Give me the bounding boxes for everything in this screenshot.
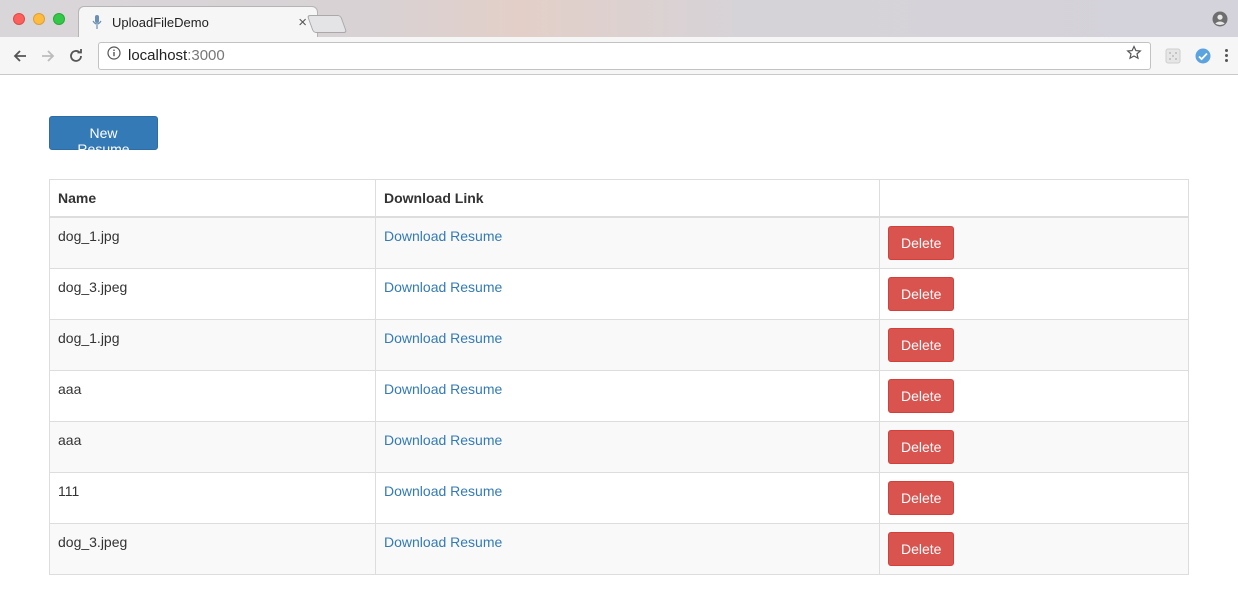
url-text[interactable]: localhost:3000: [128, 47, 1126, 64]
table-row: dog_1.jpg Download Resume Delete: [49, 319, 1189, 371]
extension-icon[interactable]: [1165, 48, 1181, 64]
delete-button[interactable]: Delete: [888, 481, 954, 515]
download-resume-link[interactable]: Download Resume: [384, 279, 502, 295]
table-row: aaa Download Resume Delete: [49, 421, 1189, 473]
delete-button[interactable]: Delete: [888, 430, 954, 464]
url-host: localhost: [128, 47, 188, 64]
tab-close-icon[interactable]: ×: [298, 15, 307, 30]
table-row: dog_1.jpg Download Resume Delete: [49, 216, 1189, 269]
file-name: dog_1.jpg: [49, 216, 376, 269]
download-resume-link[interactable]: Download Resume: [384, 330, 502, 346]
table-row: 111 Download Resume Delete: [49, 472, 1189, 524]
header-actions: [879, 179, 1189, 218]
download-resume-link[interactable]: Download Resume: [384, 228, 502, 244]
download-resume-link[interactable]: Download Resume: [384, 381, 502, 397]
delete-button[interactable]: Delete: [888, 379, 954, 413]
new-resume-button[interactable]: New Resume: [49, 116, 158, 157]
profile-icon[interactable]: [1212, 11, 1228, 27]
table-row: dog_3.jpeg Download Resume Delete: [49, 268, 1189, 320]
kebab-menu-icon[interactable]: [1225, 49, 1229, 62]
action-cell: Delete: [879, 523, 1189, 575]
url-port: :3000: [187, 47, 225, 64]
maximize-window-button[interactable]: [53, 13, 65, 25]
download-cell: Download Resume: [375, 472, 880, 524]
download-cell: Download Resume: [375, 319, 880, 371]
file-name: aaa: [49, 421, 376, 473]
back-arrow-icon[interactable]: [8, 44, 32, 68]
delete-button[interactable]: Delete: [888, 277, 954, 311]
star-icon[interactable]: [1126, 45, 1142, 66]
header-name: Name: [49, 179, 376, 218]
download-cell: Download Resume: [375, 216, 880, 269]
page-content: New Resume Name Download Link dog_1.jpg …: [0, 75, 1238, 575]
microphone-icon: [91, 14, 103, 30]
address-bar[interactable]: localhost:3000: [98, 41, 1151, 70]
extension-icon[interactable]: [1195, 48, 1211, 64]
action-cell: Delete: [879, 216, 1189, 269]
forward-arrow-icon[interactable]: [36, 44, 60, 68]
download-cell: Download Resume: [375, 523, 880, 575]
file-name: aaa: [49, 370, 376, 422]
table-row: aaa Download Resume Delete: [49, 370, 1189, 422]
table-header-row: Name Download Link: [49, 179, 1189, 218]
delete-button[interactable]: Delete: [888, 532, 954, 566]
action-cell: Delete: [879, 370, 1189, 422]
reload-icon[interactable]: [64, 44, 88, 68]
action-cell: Delete: [879, 472, 1189, 524]
download-resume-link[interactable]: Download Resume: [384, 534, 502, 550]
download-cell: Download Resume: [375, 421, 880, 473]
new-tab-button[interactable]: [306, 15, 348, 33]
download-cell: Download Resume: [375, 268, 880, 320]
action-cell: Delete: [879, 268, 1189, 320]
download-resume-link[interactable]: Download Resume: [384, 483, 502, 499]
table-row: dog_3.jpeg Download Resume Delete: [49, 523, 1189, 575]
window-controls: [13, 13, 65, 25]
close-window-button[interactable]: [13, 13, 25, 25]
header-download-link: Download Link: [375, 179, 880, 218]
file-name: dog_1.jpg: [49, 319, 376, 371]
action-cell: Delete: [879, 421, 1189, 473]
minimize-window-button[interactable]: [33, 13, 45, 25]
delete-button[interactable]: Delete: [888, 328, 954, 362]
file-name: 111: [49, 472, 376, 524]
download-resume-link[interactable]: Download Resume: [384, 432, 502, 448]
browser-tab[interactable]: UploadFileDemo ×: [78, 6, 318, 37]
tab-title: UploadFileDemo: [112, 14, 209, 30]
resume-table: Name Download Link dog_1.jpg Download Re…: [49, 179, 1189, 575]
browser-titlebar: UploadFileDemo ×: [0, 0, 1238, 37]
download-cell: Download Resume: [375, 370, 880, 422]
file-name: dog_3.jpeg: [49, 523, 376, 575]
browser-toolbar: localhost:3000: [0, 37, 1238, 75]
file-name: dog_3.jpeg: [49, 268, 376, 320]
action-cell: Delete: [879, 319, 1189, 371]
delete-button[interactable]: Delete: [888, 226, 954, 260]
info-icon[interactable]: [107, 46, 121, 65]
